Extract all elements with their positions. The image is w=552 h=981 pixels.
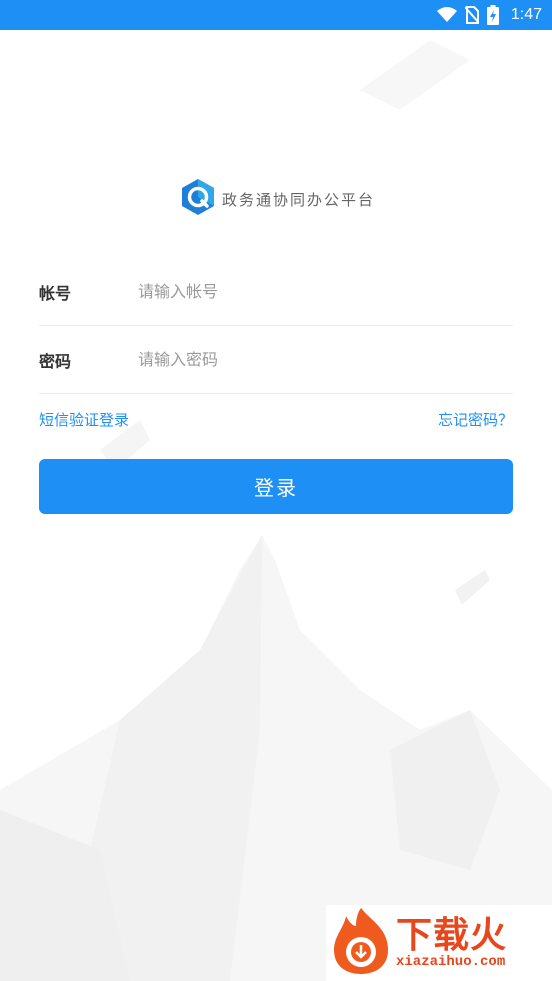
app-logo-icon bbox=[180, 178, 216, 220]
no-sim-icon bbox=[464, 6, 479, 24]
account-input[interactable] bbox=[138, 271, 513, 312]
battery-charging-icon bbox=[486, 5, 499, 25]
status-time: 1:47 bbox=[510, 6, 542, 23]
watermark-url: xiazaihuo.com bbox=[396, 954, 506, 970]
login-button[interactable]: 登录 bbox=[39, 459, 513, 514]
watermark: 下载火 xiazaihuo.com bbox=[326, 905, 552, 981]
account-row: 帐号 bbox=[39, 258, 513, 326]
password-label: 密码 bbox=[39, 351, 72, 371]
account-label: 帐号 bbox=[39, 283, 72, 303]
password-row: 密码 bbox=[39, 326, 513, 394]
flame-logo-icon bbox=[330, 906, 392, 980]
app-header: 政务通协同办公平台 bbox=[180, 178, 376, 220]
watermark-brand: 下载火 bbox=[396, 915, 508, 956]
sms-login-link[interactable]: 短信验证登录 bbox=[39, 409, 129, 430]
password-input[interactable] bbox=[138, 339, 513, 380]
status-bar: 1:47 bbox=[0, 0, 552, 30]
app-title: 政务通协同办公平台 bbox=[222, 190, 376, 209]
forgot-password-link[interactable]: 忘记密码？ bbox=[438, 409, 513, 430]
wifi-icon bbox=[436, 7, 457, 23]
login-options: 短信验证登录 忘记密码？ bbox=[39, 406, 513, 432]
